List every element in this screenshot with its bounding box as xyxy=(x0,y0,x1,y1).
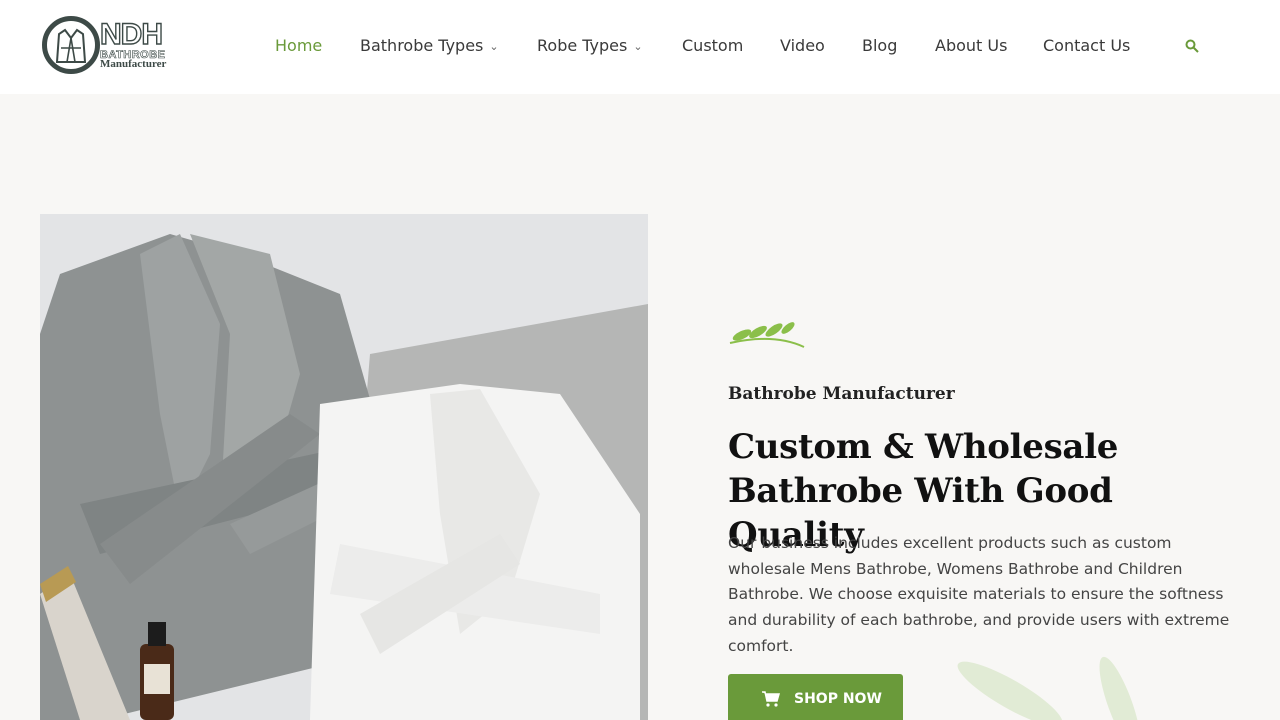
chevron-down-icon: ⌄ xyxy=(633,40,643,53)
nav-label: Robe Types xyxy=(537,36,628,55)
shop-now-button[interactable]: SHOP NOW xyxy=(728,674,903,720)
leaf-icon xyxy=(729,322,805,348)
nav-home[interactable]: Home xyxy=(275,36,322,55)
brand-logo[interactable]: NDH BATHROBE Manufacturer xyxy=(42,14,182,76)
nav-blog[interactable]: Blog xyxy=(862,36,897,55)
nav-custom[interactable]: Custom xyxy=(682,36,743,55)
chevron-down-icon: ⌄ xyxy=(489,40,499,53)
logo-tagline: Manufacturer xyxy=(100,58,167,70)
hero-eyebrow: Bathrobe Manufacturer xyxy=(728,384,955,404)
nav-bathrobe-types[interactable]: Bathrobe Types ⌄ xyxy=(360,36,499,55)
decorative-leaves-icon xyxy=(957,656,1141,720)
hero-section: Bathrobe Manufacturer Custom & Wholesale… xyxy=(0,94,1280,720)
logo-wordmark: NDH xyxy=(99,18,163,51)
nav-about-us[interactable]: About Us xyxy=(935,36,1007,55)
nav-video[interactable]: Video xyxy=(780,36,825,55)
hero-description: Our business includes excellent products… xyxy=(728,534,1230,655)
nav-label: Bathrobe Types xyxy=(360,36,484,55)
bathrobe-product-image xyxy=(40,214,648,720)
shop-now-label: SHOP NOW xyxy=(794,691,882,707)
cart-icon xyxy=(762,691,780,707)
nav-robe-types[interactable]: Robe Types ⌄ xyxy=(537,36,643,55)
site-header: NDH BATHROBE Manufacturer Home Bathrobe … xyxy=(0,0,1280,94)
search-icon[interactable] xyxy=(1185,39,1201,55)
robe-logo-icon xyxy=(42,16,100,74)
nav-contact-us[interactable]: Contact Us xyxy=(1043,36,1130,55)
